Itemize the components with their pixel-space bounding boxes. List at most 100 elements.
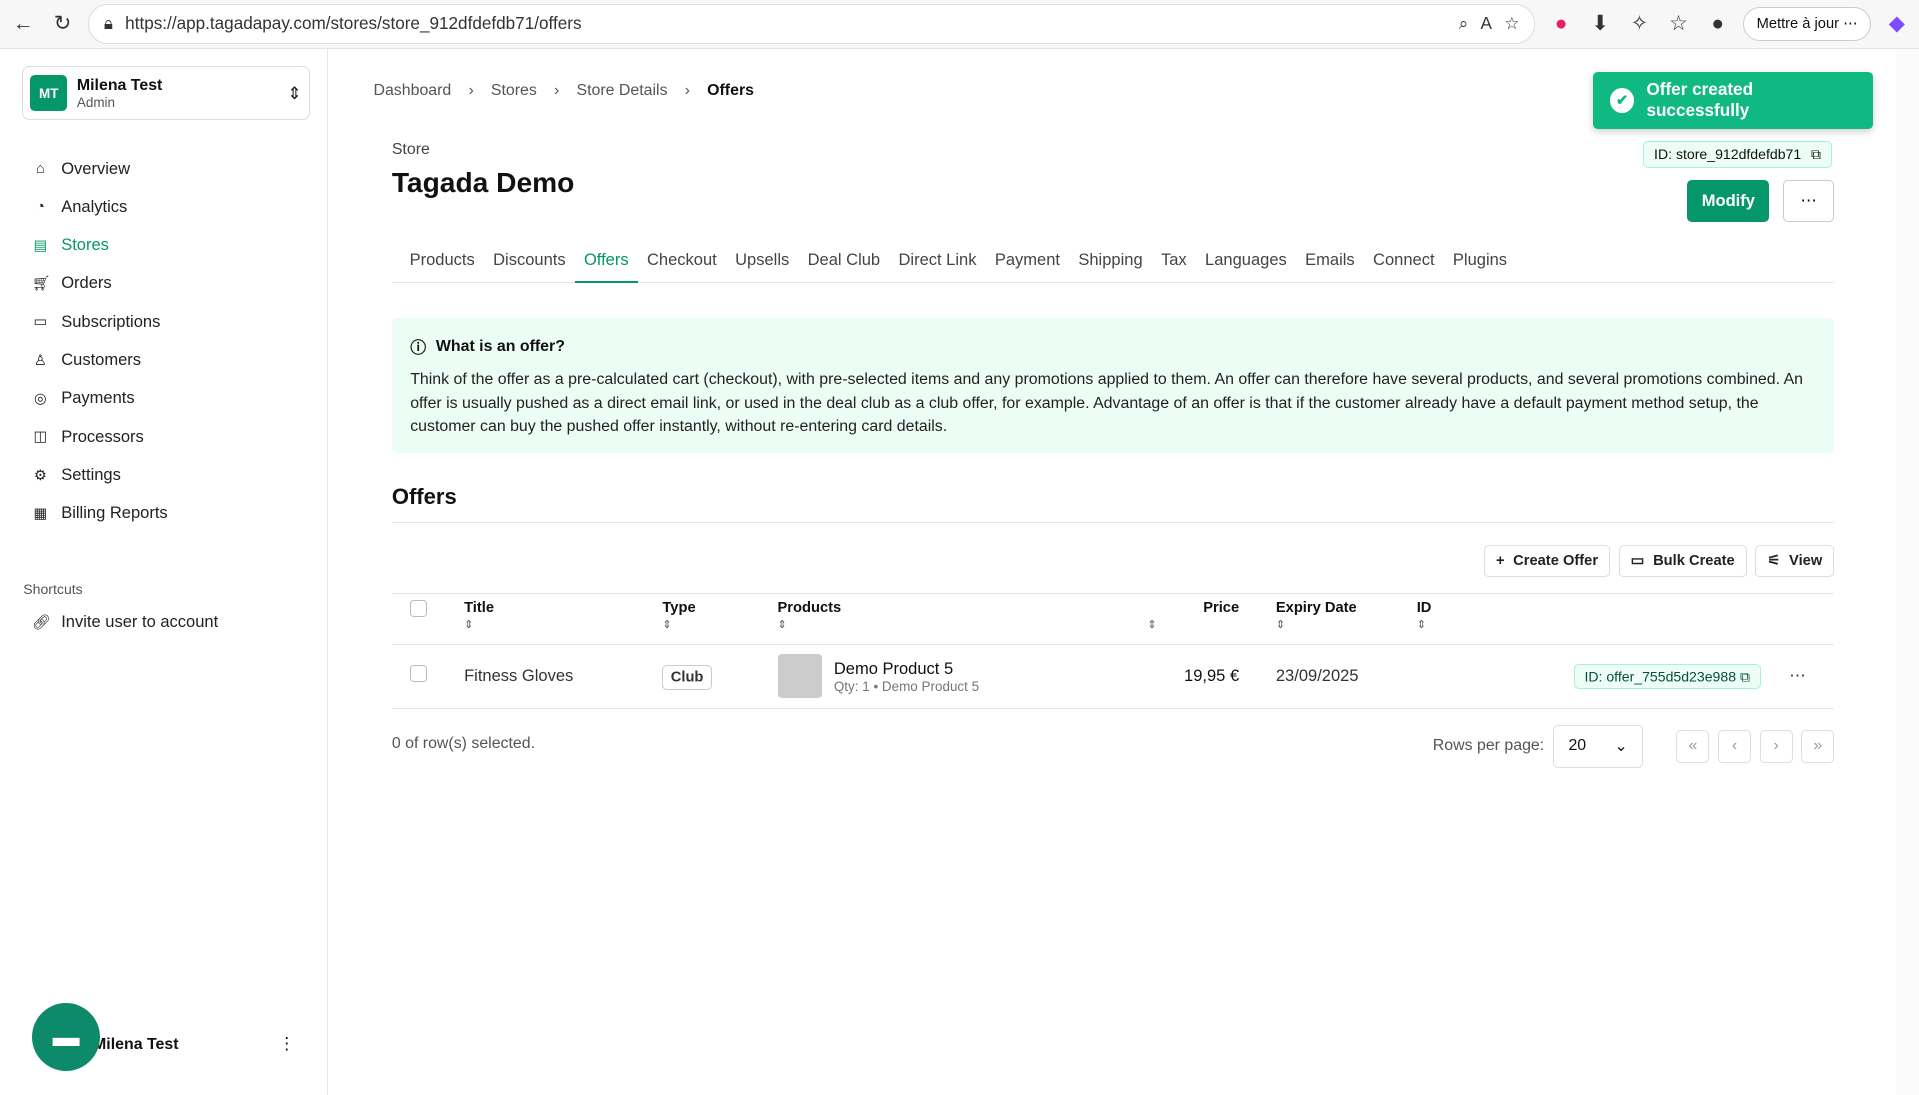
column-id[interactable]: ID ⇕ <box>1416 592 1761 646</box>
sidebar-item-analytics[interactable]: ◔ Analytics <box>5 188 327 226</box>
column-type[interactable]: Type ⇕ <box>662 592 778 646</box>
next-page-button[interactable]: › <box>1759 729 1793 763</box>
sidebar-item-processors[interactable]: ◫ Processors <box>5 418 327 456</box>
row-actions-icon[interactable]: ⋯ <box>1760 644 1835 709</box>
prev-page-button[interactable]: ‹ <box>1718 729 1752 763</box>
lock-icon: 🔒︎ <box>103 13 113 34</box>
create-offer-button[interactable]: + Create Offer <box>1483 544 1611 577</box>
sidebar-item-stores[interactable]: ▤ Stores <box>5 226 327 264</box>
offers-heading: Offers <box>391 483 457 509</box>
tab-discounts[interactable]: Discounts <box>484 245 575 283</box>
first-page-button[interactable]: « <box>1676 729 1710 763</box>
coin-icon: ◎ <box>33 390 47 407</box>
tab-tax[interactable]: Tax <box>1152 245 1196 283</box>
sidebar-item-subscriptions[interactable]: ▭ Subscriptions <box>5 303 327 341</box>
sidebar-item-settings[interactable]: ⚙ Settings <box>5 456 327 494</box>
subscription-icon: ▭ <box>33 314 48 331</box>
tab-plugins[interactable]: Plugins <box>1444 245 1517 283</box>
copy-icon[interactable]: ⧉ <box>1811 146 1821 163</box>
column-label: Expiry Date <box>1275 599 1357 616</box>
offer-id-badge[interactable]: ID: offer_755d5d23e988 ⧉ <box>1573 663 1761 690</box>
column-price[interactable]: Price ⇕ <box>1147 592 1240 646</box>
tab-offers[interactable]: Offers <box>574 245 638 283</box>
sort-icon[interactable]: ⇕ <box>1417 618 1761 631</box>
tab-deal-club[interactable]: Deal Club <box>798 245 889 283</box>
chat-button[interactable]: ▬ <box>31 1002 101 1072</box>
sort-icon[interactable]: ⇕ <box>662 618 777 631</box>
tab-emails[interactable]: Emails <box>1296 245 1364 283</box>
copilot-icon[interactable]: ◆ <box>1883 11 1910 36</box>
scrollbar[interactable] <box>1895 48 1919 1095</box>
sidebar-item-label: Settings <box>61 465 121 485</box>
sidebar-item-label: Orders <box>61 273 112 293</box>
breadcrumb-stores[interactable]: Stores <box>491 82 537 100</box>
tab-checkout[interactable]: Checkout <box>638 245 726 283</box>
url-text[interactable]: https://app.tagadapay.com/stores/store_9… <box>125 13 1446 34</box>
sidebar-item-customers[interactable]: ♙ Customers <box>5 341 327 379</box>
column-label: ID <box>1416 599 1432 616</box>
tab-connect[interactable]: Connect <box>1364 245 1444 283</box>
sidebar-item-label: Stores <box>61 235 109 255</box>
read-aloud-icon[interactable]: A <box>1481 13 1492 34</box>
sidebar-item-billing-reports[interactable]: ▦ Billing Reports <box>5 494 327 532</box>
back-icon[interactable]: ← <box>10 12 37 36</box>
favorites-icon[interactable]: ☆ <box>1665 11 1692 36</box>
row-checkbox[interactable] <box>410 665 428 683</box>
column-label: Type <box>662 599 696 616</box>
column-expiry[interactable]: Expiry Date ⇕ <box>1239 592 1417 646</box>
offer-expiry: 23/09/2025 <box>1239 644 1417 709</box>
tab-payment[interactable]: Payment <box>986 245 1070 283</box>
reload-icon[interactable]: ↻ <box>49 11 76 36</box>
chevron-down-icon: ⌄ <box>1614 738 1628 756</box>
profile-icon[interactable]: ● <box>1704 12 1731 36</box>
account-switcher[interactable]: MT Milena Test Admin ⇕ <box>22 66 311 120</box>
column-products[interactable]: Products ⇕ <box>777 592 1153 646</box>
tab-languages[interactable]: Languages <box>1196 245 1296 283</box>
rows-per-page-select[interactable]: 20 ⌄ <box>1552 724 1644 768</box>
view-button[interactable]: ⚟ View <box>1755 544 1835 577</box>
sort-icon[interactable]: ⇕ <box>1147 618 1239 631</box>
sort-icon[interactable]: ⇕ <box>778 618 1153 631</box>
breadcrumb-dashboard[interactable]: Dashboard <box>373 82 451 100</box>
product-variant: Demo Product 5 <box>881 678 980 694</box>
shortcut-invite-user[interactable]: 🔗︎ Invite user to account <box>5 602 327 640</box>
store-id: ID: store_912dfdefdb71 <box>1654 146 1802 163</box>
breadcrumb-store-details[interactable]: Store Details <box>576 82 667 100</box>
tab-direct-link[interactable]: Direct Link <box>889 245 985 283</box>
extension-icon[interactable]: ● <box>1548 12 1575 36</box>
extensions-icon[interactable]: ✧ <box>1626 11 1653 36</box>
download-icon[interactable]: ⬇ <box>1587 11 1614 36</box>
table-row[interactable]: Fitness Gloves Club Demo Product 5 Qty: 1… <box>391 644 1835 709</box>
sidebar-item-label: Overview <box>61 158 131 178</box>
user-menu-icon[interactable]: ⋮ <box>278 1033 295 1054</box>
sort-icon[interactable]: ⇕ <box>464 618 662 631</box>
last-page-button[interactable]: » <box>1801 729 1835 763</box>
tab-upsells[interactable]: Upsells <box>726 245 799 283</box>
avatar: MT <box>30 74 68 112</box>
table-toolbar: + Create Offer ▭ Bulk Create ⚟ View <box>1483 544 1835 577</box>
favorite-icon[interactable]: ☆ <box>1504 13 1519 34</box>
column-label: Price <box>1203 599 1240 616</box>
sidebar-item-payments[interactable]: ◎ Payments <box>5 379 327 417</box>
link-icon: 🔗︎ <box>31 614 51 631</box>
bulk-create-button[interactable]: ▭ Bulk Create <box>1618 544 1747 577</box>
copy-icon[interactable]: ⧉ <box>1740 668 1750 684</box>
modify-button[interactable]: Modify <box>1687 179 1770 222</box>
sliders-icon: ⚟ <box>1767 553 1781 570</box>
sidebar-item-orders[interactable]: 🛒︎ Orders <box>5 264 327 302</box>
tab-shipping[interactable]: Shipping <box>1069 245 1152 283</box>
column-title[interactable]: Title ⇕ <box>464 592 663 646</box>
address-bar[interactable]: 🔒︎ https://app.tagadapay.com/stores/stor… <box>88 4 1536 44</box>
store-id-badge[interactable]: ID: store_912dfdefdb71 ⧉ <box>1643 140 1832 168</box>
bulk-create-label: Bulk Create <box>1653 552 1735 569</box>
more-options-button[interactable]: ⋯ <box>1782 179 1835 222</box>
home-icon: ⌂ <box>35 160 45 177</box>
sidebar-item-overview[interactable]: ⌂ Overview <box>5 149 327 187</box>
offer-id: ID: offer_755d5d23e988 <box>1584 668 1737 685</box>
zoom-icon[interactable]: ⌕ <box>1459 13 1469 34</box>
store-icon: ▤ <box>33 237 48 254</box>
update-button[interactable]: Mettre à jour ⋯ <box>1743 7 1872 41</box>
sort-icon[interactable]: ⇕ <box>1276 618 1417 631</box>
select-all-checkbox[interactable] <box>410 599 428 617</box>
tab-products[interactable]: Products <box>400 245 484 283</box>
